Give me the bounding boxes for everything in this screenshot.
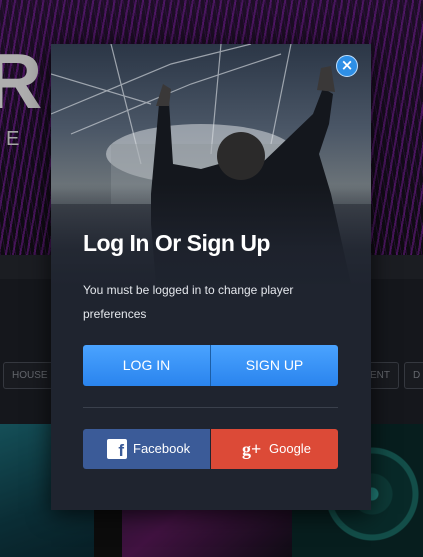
divider-line: [83, 407, 338, 408]
google-plus-icon: g+: [242, 439, 262, 459]
auth-button-group: LOG IN SIGN UP: [83, 345, 338, 386]
modal-message: You must be logged in to change player p…: [83, 283, 294, 321]
login-modal: × Log In Or Sign Up You must be logged i…: [51, 44, 371, 510]
login-button[interactable]: LOG IN: [83, 345, 210, 386]
modal-title: Log In Or Sign Up: [83, 230, 270, 256]
google-login-button[interactable]: g+ Google: [211, 429, 338, 469]
facebook-label: Facebook: [133, 441, 191, 456]
close-icon: ×: [340, 56, 354, 74]
facebook-icon: f: [107, 439, 127, 459]
signup-button[interactable]: SIGN UP: [211, 345, 338, 386]
google-label: Google: [269, 441, 311, 456]
facebook-login-button[interactable]: f Facebook: [83, 429, 210, 469]
close-button[interactable]: ×: [336, 55, 358, 77]
social-login-group: f Facebook g+ Google: [83, 429, 338, 469]
